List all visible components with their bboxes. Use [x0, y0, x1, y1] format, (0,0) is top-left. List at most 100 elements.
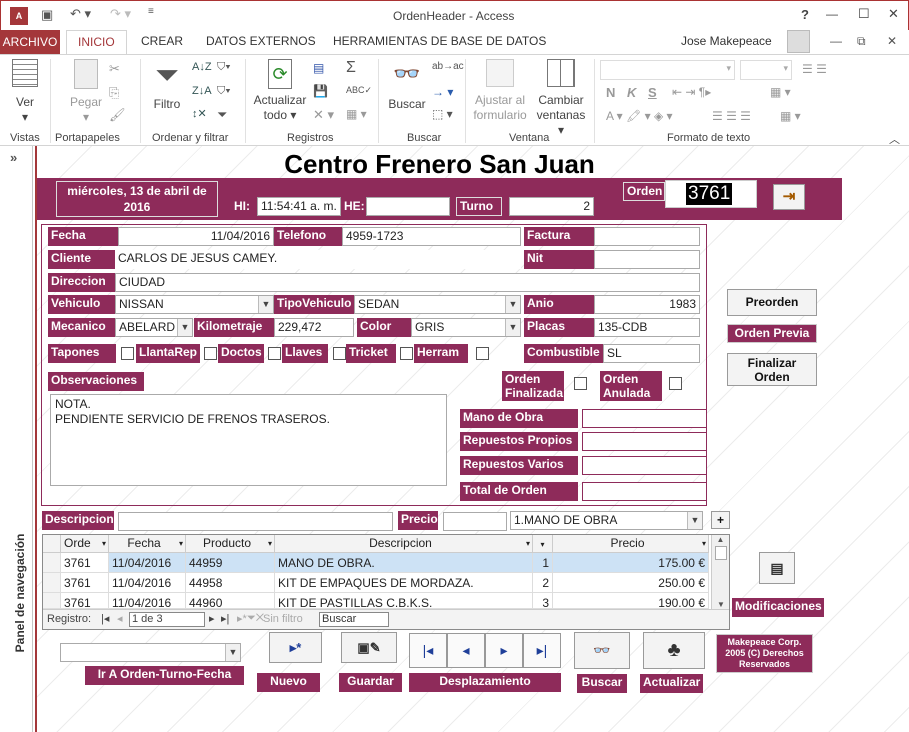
table-cell[interactable]: 190.00 € — [553, 593, 709, 609]
search-button[interactable]: 👓 — [574, 632, 630, 669]
chevron-down-icon[interactable]: ▼ — [687, 512, 702, 529]
tab-herramientas[interactable]: HERRAMIENTAS DE BASE DE DATOS — [333, 34, 546, 48]
next-record-icon[interactable]: ▸ — [209, 612, 215, 625]
chevron-down-icon[interactable]: ▼ — [225, 644, 240, 661]
tab-archivo[interactable]: ARCHIVO — [0, 30, 60, 54]
copy-icon[interactable]: ⎘ — [109, 85, 119, 101]
font-name-select[interactable]: ▾ — [600, 60, 735, 80]
totals-icon[interactable]: Σ — [346, 59, 356, 77]
color-select[interactable]: GRIS ▼ — [411, 318, 521, 337]
selection-filter-icon[interactable]: ⛉▾ — [217, 61, 231, 74]
chevron-down-icon[interactable]: ▼ — [505, 296, 520, 313]
format-painter-icon[interactable]: 🖌 — [109, 107, 126, 123]
chevron-down-icon[interactable]: ▼ — [177, 319, 192, 336]
first-record-icon[interactable]: |◂ — [101, 612, 109, 625]
help-button[interactable]: ? — [801, 7, 809, 22]
direccion-field[interactable]: CIUDAD — [115, 273, 700, 292]
table-cell[interactable]: 44960 — [186, 593, 275, 609]
grid-scrollbar[interactable]: ▲ ▼ — [711, 535, 729, 609]
tricket-checkbox[interactable] — [400, 347, 413, 360]
col-descripcion[interactable]: Descripcion ▾ — [275, 535, 533, 553]
indent-icons[interactable]: ⇤ ⇥ ¶▸ — [672, 85, 711, 99]
table-cell[interactable]: 44958 — [186, 573, 275, 593]
ir-a-button[interactable]: Ir A Orden-Turno-Fecha — [85, 666, 244, 685]
mecanico-select[interactable]: ABELARD ▼ — [115, 318, 193, 337]
avatar[interactable] — [787, 30, 810, 53]
grid-search-input[interactable]: Buscar — [319, 612, 389, 627]
remove-sort-icon[interactable]: ↕✕ — [192, 107, 207, 120]
find-button[interactable]: 👓 Buscar — [386, 59, 428, 112]
prev-button[interactable]: ◂ — [447, 633, 485, 668]
vehiculo-select[interactable]: NISSAN ▼ — [115, 295, 274, 314]
refresh-all-button[interactable]: ⟳ Actualizar todo ▾ — [252, 59, 308, 123]
tab-inicio[interactable]: INICIO — [66, 30, 127, 55]
sort-asc-icon[interactable]: A↓Z — [192, 61, 212, 73]
repuestos-propios-field[interactable] — [582, 432, 707, 451]
table-cell[interactable]: 11/04/2016 — [109, 553, 186, 573]
prev-record-icon[interactable]: ◂ — [117, 612, 123, 625]
llaves-checkbox[interactable] — [333, 347, 346, 360]
collapse-ribbon-icon[interactable]: ︿ — [889, 131, 900, 147]
table-cell[interactable]: 3 — [533, 593, 553, 609]
record-position-input[interactable]: 1 de 3 — [129, 612, 205, 627]
table-cell[interactable]: 175.00 € — [553, 553, 709, 573]
col-producto[interactable]: Producto ▾ — [186, 535, 275, 553]
orden-anulada-checkbox[interactable] — [669, 377, 682, 390]
switch-windows-button[interactable]: Cambiar ventanas ▾ — [533, 59, 589, 138]
hi-field[interactable]: 11:54:41 a. m. — [257, 197, 341, 216]
descripcion-field[interactable] — [118, 512, 393, 531]
next-button[interactable]: ▸ — [485, 633, 523, 668]
new-record-button[interactable]: ▸* — [269, 632, 322, 663]
goto-icon[interactable]: → ▾ — [432, 85, 453, 99]
toggle-filter-icon[interactable]: ⏷ — [217, 107, 227, 123]
font-color-icon[interactable]: A ▾ 🖍 ▾ ◈ ▾ — [606, 109, 673, 123]
underline-icon[interactable]: S — [648, 85, 657, 100]
table-cell[interactable]: 250.00 € — [553, 573, 709, 593]
scroll-down-icon[interactable]: ▼ — [712, 600, 730, 609]
table-cell[interactable]: 44959 — [186, 553, 275, 573]
product-select[interactable]: 1.MANO DE OBRA ▼ — [510, 511, 703, 530]
telefono-field[interactable]: 4959-1723 — [342, 227, 521, 246]
filter-button[interactable]: ⏷ Filtro — [148, 59, 186, 112]
scroll-up-icon[interactable]: ▲ — [712, 535, 729, 544]
replace-icon[interactable]: ab→ac — [432, 61, 464, 72]
table-cell[interactable]: KIT DE EMPAQUES DE MORDAZA. — [275, 573, 533, 593]
view-button[interactable]: Ver ▾ — [8, 59, 42, 125]
paste-button[interactable]: Pegar ▾ — [66, 59, 106, 125]
col-precio[interactable]: Precio ▾ — [553, 535, 709, 553]
user-name[interactable]: Jose Makepeace — [681, 34, 772, 48]
orden-previa-button[interactable]: Orden Previa — [727, 324, 817, 343]
tipo-vehiculo-select[interactable]: SEDAN ▼ — [354, 295, 521, 314]
llanta-checkbox[interactable] — [204, 347, 217, 360]
minimize-button[interactable]: — — [826, 7, 838, 21]
finalizar-orden-button[interactable]: Finalizar Orden — [727, 353, 817, 386]
exit-button[interactable]: ⇥ — [773, 184, 805, 210]
no-filter-label[interactable]: Sin filtro — [263, 613, 303, 625]
gridlines-icon[interactable]: ▦ ▾ — [770, 85, 791, 99]
tab-crear[interactable]: CREAR — [141, 34, 183, 48]
save-record-icon[interactable]: 💾 — [313, 84, 328, 98]
ribbon-min-icon[interactable]: — — [830, 34, 842, 48]
cut-icon[interactable]: ✂ — [109, 61, 120, 77]
italic-icon[interactable]: K — [627, 85, 636, 100]
select-icon[interactable]: ⬚ ▾ — [432, 107, 453, 121]
doctos-checkbox[interactable] — [268, 347, 281, 360]
last-record-icon[interactable]: ▸| — [221, 612, 229, 625]
navigation-pane[interactable]: » Panel de navegación — [0, 146, 33, 732]
font-size-select[interactable]: ▾ — [740, 60, 792, 80]
observaciones-field[interactable]: NOTA. PENDIENTE SERVICIO DE FRENOS TRASE… — [50, 394, 447, 486]
placas-field[interactable]: 135-CDB — [594, 318, 700, 337]
ribbon-restore-icon[interactable]: ⧉ — [857, 34, 866, 49]
table-cell[interactable]: KIT DE PASTILLAS C.B.K.S. — [275, 593, 533, 609]
anio-field[interactable]: 1983 — [594, 295, 700, 314]
tapones-checkbox[interactable] — [121, 347, 134, 360]
preorden-button[interactable]: Preorden — [727, 289, 817, 316]
sort-desc-icon[interactable]: Z↓A — [192, 85, 212, 97]
more-icon[interactable]: ▦ ▾ — [346, 107, 367, 121]
spelling-icon[interactable]: ABC✓ — [346, 85, 372, 96]
table-cell[interactable]: 3761 — [61, 573, 109, 593]
alt-color-icon[interactable]: ▦ ▾ — [780, 109, 801, 123]
tab-datos-externos[interactable]: DATOS EXTERNOS — [206, 34, 316, 48]
he-field[interactable] — [366, 197, 450, 216]
ribbon-close-icon[interactable]: ✕ — [887, 34, 897, 48]
